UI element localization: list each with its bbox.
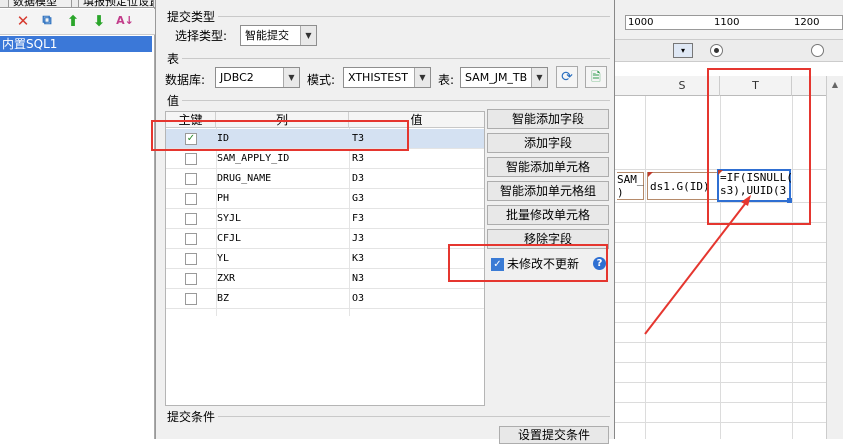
ruler-number: 1000 [628, 17, 654, 28]
column-value[interactable]: J3 [352, 229, 364, 249]
table-row[interactable]: SYJL F3 [166, 209, 484, 229]
table-row[interactable]: YL K3 [166, 249, 484, 269]
left-panel [0, 0, 155, 439]
tree-item-selected[interactable]: 内置SQL1 [0, 36, 152, 52]
ruler-number: 1100 [714, 17, 740, 28]
scroll-up-icon[interactable]: ▲ [827, 80, 843, 89]
primary-key-checkbox[interactable] [185, 233, 197, 245]
delete-icon[interactable]: ✕ [14, 12, 32, 30]
dropdown-icon[interactable]: ▾ [673, 43, 693, 58]
group-line [218, 16, 610, 17]
submit-type-group-title: 提交类型 [167, 10, 216, 24]
annotation-arrow [644, 195, 751, 335]
column-value[interactable]: G3 [352, 189, 364, 209]
move-down-icon[interactable]: ⬇ [90, 12, 108, 30]
table-row[interactable]: CFJL J3 [166, 229, 484, 249]
column-value[interactable]: N3 [352, 269, 364, 289]
table-row[interactable]: PH G3 [166, 189, 484, 209]
primary-key-checkbox[interactable] [185, 173, 197, 185]
set-condition-button[interactable]: 设置提交条件 [499, 426, 609, 444]
copy-icon[interactable]: ⧉ [38, 12, 56, 30]
column-name: YL [217, 253, 230, 264]
group-line [218, 416, 610, 417]
schema-label: 模式: [307, 73, 336, 87]
add-field-button[interactable]: 添加字段 [487, 133, 609, 153]
highlight-box-checkbox [448, 244, 608, 282]
smart-add-cell-group-button[interactable]: 智能添加单元格组 [487, 181, 609, 201]
column-name: SYJL [217, 213, 242, 224]
ruler: 1000 1100 1200 [625, 15, 843, 30]
submit-type-label: 选择类型: [175, 29, 228, 43]
highlight-box-key-row [151, 120, 409, 151]
chevron-down-icon: ▼ [414, 68, 430, 87]
submit-type-value: 智能提交 [245, 29, 289, 42]
primary-key-checkbox[interactable] [185, 293, 197, 305]
left-tabs-bar: 数据模型 填报预定位设置 [0, 0, 155, 8]
smart-add-field-button[interactable]: 智能添加字段 [487, 109, 609, 129]
table-row[interactable]: BZ O3 [166, 289, 484, 309]
move-up-icon[interactable]: ⬆ [64, 12, 82, 30]
primary-key-checkbox[interactable] [185, 273, 197, 285]
table-row[interactable]: DRUG_NAME D3 [166, 169, 484, 189]
db-label: 数据库: [165, 73, 206, 87]
primary-key-checkbox[interactable] [185, 193, 197, 205]
db-value: JDBC2 [220, 71, 254, 84]
refresh-icon[interactable]: ⟳ [556, 66, 578, 88]
vertical-scrollbar[interactable]: ▲ [826, 76, 843, 439]
condition-group-title: 提交条件 [167, 410, 216, 424]
grid-line [615, 342, 826, 343]
cell-marker [648, 172, 653, 177]
radio-icon[interactable] [710, 44, 723, 57]
column-name: SAM_APPLY_ID [217, 153, 290, 164]
column-name: ZXR [217, 273, 236, 284]
table-select[interactable]: SAM_JM_TB ▼ [460, 67, 548, 88]
db-select[interactable]: JDBC2 ▼ [215, 67, 300, 88]
column-name: CFJL [217, 233, 242, 244]
grid-line [615, 422, 826, 423]
column-name: DRUG_NAME [217, 173, 272, 184]
primary-key-checkbox[interactable] [185, 253, 197, 265]
column-value[interactable]: K3 [352, 249, 364, 269]
schema-value: XTHISTEST [348, 71, 408, 84]
table-group-title: 表 [167, 52, 180, 66]
table-value: SAM_JM_TB [465, 71, 528, 84]
left-toolbar: ✕ ⧉ ⬆ ⬇ A↓ [0, 9, 155, 35]
submit-type-select[interactable]: 智能提交 ▼ [240, 25, 317, 46]
group-line [182, 100, 610, 101]
arrow-head [741, 195, 751, 206]
column-value[interactable]: F3 [352, 209, 364, 229]
value-table: 主键 列 值 ✓ ID T3 SAM_APPLY_ID R3 DRUG_NAME D3 PH G… [165, 111, 485, 406]
table-row[interactable]: ZXR N3 [166, 269, 484, 289]
batch-modify-cell-button[interactable]: 批量修改单元格 [487, 205, 609, 225]
chevron-down-icon: ▼ [531, 68, 547, 87]
value-group-title: 值 [167, 94, 180, 108]
column-name: BZ [217, 293, 230, 304]
spreadsheet-bar: ▾ [615, 40, 843, 62]
arrow-line [644, 199, 749, 335]
preview-icon[interactable]: 🗎 [585, 66, 607, 88]
column-value[interactable]: D3 [352, 169, 364, 189]
column-name: PH [217, 193, 230, 204]
ruler-number: 1200 [794, 17, 820, 28]
primary-key-checkbox[interactable] [185, 153, 197, 165]
chevron-down-icon: ▼ [300, 26, 316, 45]
group-line [182, 58, 610, 59]
table-label: 表: [438, 73, 455, 87]
radio-icon[interactable] [811, 44, 824, 57]
grid-line [615, 382, 826, 383]
primary-key-checkbox[interactable] [185, 213, 197, 225]
chevron-down-icon: ▼ [283, 68, 299, 87]
table-row[interactable]: SAM_APPLY_ID R3 [166, 149, 484, 169]
column-value[interactable]: R3 [352, 149, 364, 169]
column-value[interactable]: O3 [352, 289, 364, 309]
schema-select[interactable]: XTHISTEST ▼ [343, 67, 431, 88]
grid-line [615, 362, 826, 363]
tab-fill-preset[interactable]: 填报预定位设置 [78, 0, 154, 8]
sort-icon[interactable]: A↓ [116, 12, 134, 30]
tab-data-model[interactable]: 数据模型 [8, 0, 72, 8]
grid-line [615, 402, 826, 403]
smart-add-cell-button[interactable]: 智能添加单元格 [487, 157, 609, 177]
